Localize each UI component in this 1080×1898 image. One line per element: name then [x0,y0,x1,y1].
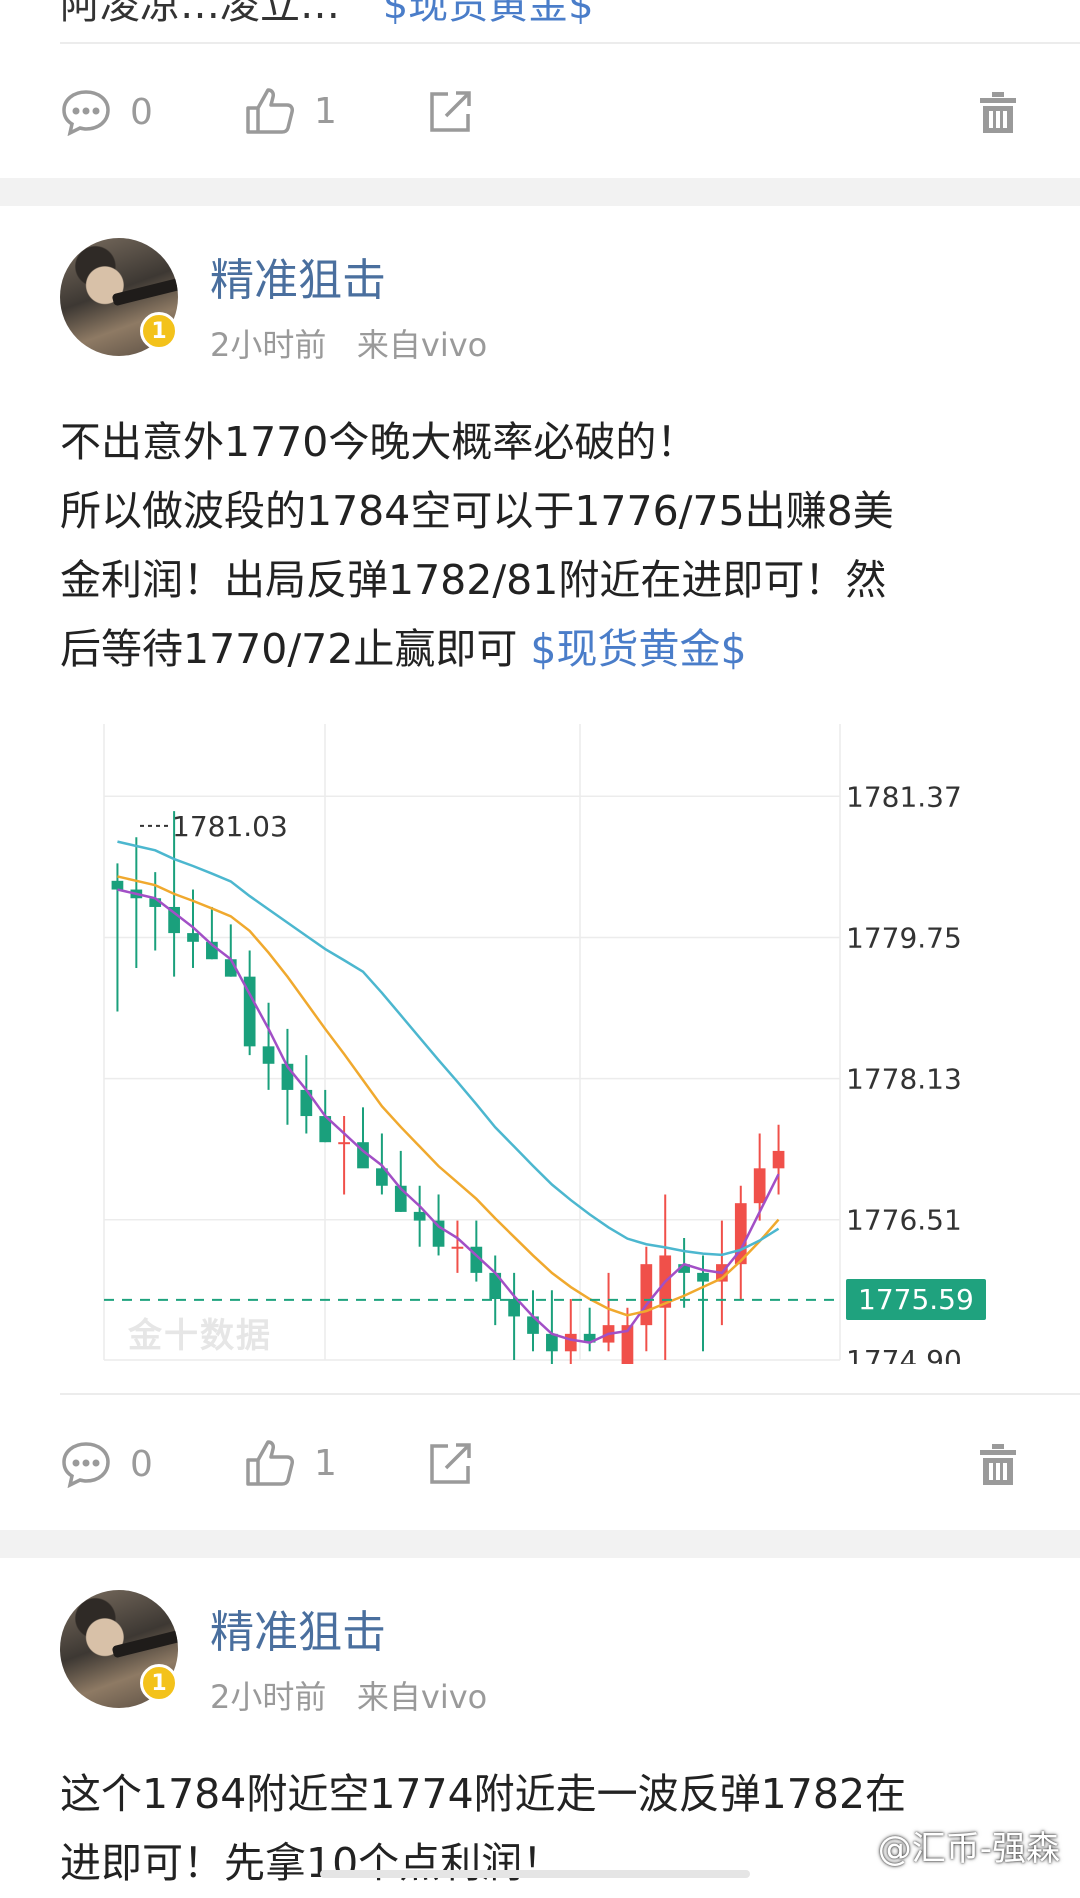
comment-count: 0 [130,1443,153,1485]
divider [60,42,1080,44]
delete-button[interactable] [978,90,1018,138]
delete-button[interactable] [978,1442,1018,1490]
post-line: 所以做波段的1784空可以于1776/75出赚8美 [60,487,894,535]
candle [338,1142,350,1145]
like-count: 1 [314,90,337,132]
divider [60,1393,1080,1395]
post-time: 2小时前 [210,326,327,364]
scroll-indicator [320,1870,750,1878]
previous-post-snippet: 阿凌凉…凌立… [60,0,340,28]
post-source: 来自vivo [356,1678,488,1716]
current-price-tag: 1775.59 [846,1279,986,1320]
share-button[interactable] [426,1440,474,1486]
level-badge: 1 [140,312,178,350]
post-line: 金利润！出局反弹1782/81附近在进即可！然 [60,556,887,604]
candle [772,1150,785,1169]
username[interactable]: 精准狙击 [210,1596,386,1660]
y-tick-label: 1779.75 [846,921,962,954]
username[interactable]: 精准狙击 [210,244,386,308]
post-meta: 2小时前 来自vivo [210,320,487,366]
high-label: 1781.03 [172,810,288,843]
thumbs-up-icon [246,88,294,134]
candle [753,1168,766,1204]
comment-button[interactable]: 0 [60,88,153,136]
y-tick-label: 1774.90 [846,1344,962,1364]
candle [697,1272,709,1282]
candle [187,933,199,942]
price-chart[interactable]: 1781.37 1779.75 1778.13 1776.51 1774.90 1781.… [100,724,986,1395]
comment-button[interactable]: 0 [60,1440,153,1488]
level-badge: 1 [140,1664,178,1702]
previous-post-text: 阿凌凉…凌立… $现货黄金$ [60,0,594,30]
candle [262,1046,275,1064]
post-line: 进即可！先拿10个点利润！ [60,1839,564,1887]
previous-post-tag[interactable]: $现货黄金$ [383,0,594,28]
comment-icon [62,1442,110,1488]
comment-icon [62,90,110,136]
section-gap [0,1530,1080,1558]
section-gap [0,178,1080,206]
share-icon [430,91,471,132]
post-source: 来自vivo [356,326,488,364]
y-tick-label: 1776.51 [846,1204,962,1237]
y-tick-label: 1781.37 [846,780,962,813]
post-time: 2小时前 [210,1678,327,1716]
comment-count: 0 [130,91,153,133]
candlestick-chart: 1781.37 1779.75 1778.13 1776.51 1774.90 1781.… [103,724,962,1395]
share-icon [430,1443,471,1484]
post-line: 不出意外1770今晚大概率必破的！ [60,418,698,466]
like-button[interactable]: 1 [244,1438,337,1488]
post-body: 不出意外1770今晚大概率必破的！ 所以做波段的1784空可以于1776/75出… [60,408,1020,684]
candle [111,880,124,890]
share-button[interactable] [426,88,474,134]
image-watermark: @汇币-强森 [877,1829,1060,1869]
candle [640,1264,653,1326]
like-count: 1 [314,1442,337,1484]
y-tick-label: 1778.13 [846,1063,962,1096]
candle [432,1220,445,1247]
trash-icon [980,92,1016,133]
trash-icon [980,1444,1016,1485]
like-button[interactable]: 1 [244,86,337,136]
candle [564,1333,577,1352]
candle [451,1246,464,1249]
chart-watermark: 金十数据 [128,1316,272,1356]
post-line: 后等待1770/72止赢即可 $现货黄金$ [60,625,747,673]
hashtag-link[interactable]: $现货黄金$ [530,625,746,673]
post-line: 这个1784附近空1774附近走一波反弹1782在 [60,1770,907,1818]
candle [546,1333,558,1352]
post-meta: 2小时前 来自vivo [210,1672,487,1718]
candle [413,1211,426,1221]
ma-line-long [117,840,780,1257]
thumbs-up-icon [246,1440,294,1486]
